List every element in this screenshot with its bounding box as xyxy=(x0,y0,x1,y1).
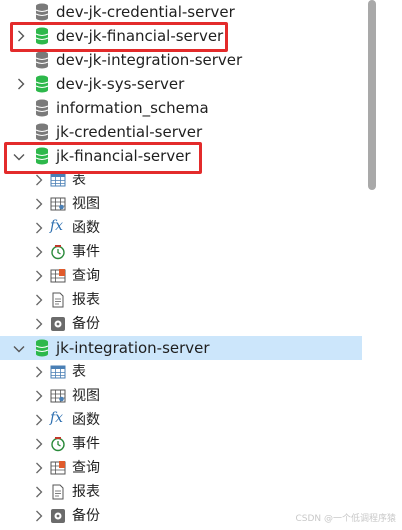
highlight-box-dev-jk-financial-server xyxy=(10,22,228,52)
tree-item-jk-integration-server[interactable]: jk-integration-server xyxy=(0,336,362,360)
view-icon xyxy=(50,389,66,403)
vertical-scrollbar[interactable] xyxy=(368,0,376,190)
tree-item-label: 查询 xyxy=(72,460,100,476)
highlight-box-jk-financial-server xyxy=(4,142,202,174)
tree-item-label: jk-integration-server xyxy=(56,339,210,357)
chevron-right-icon[interactable] xyxy=(32,389,46,403)
tree-item-events[interactable]: 事件 xyxy=(0,240,362,264)
chevron-down-icon[interactable] xyxy=(12,342,26,356)
tree-item-label: dev-jk-integration-server xyxy=(56,51,243,69)
chevron-right-icon[interactable] xyxy=(32,293,46,307)
clock-icon xyxy=(51,437,65,452)
chevron-right-icon[interactable] xyxy=(32,437,46,451)
chevron-right-icon[interactable] xyxy=(32,221,46,235)
tree-item-events[interactable]: 事件 xyxy=(0,432,362,456)
chevron-right-icon[interactable] xyxy=(32,413,46,427)
tree-item-label: 函数 xyxy=(72,412,100,428)
query-icon xyxy=(50,269,66,283)
tree-item-label: 报表 xyxy=(72,484,100,500)
tree-item-jk-credential-server[interactable]: jk-credential-server xyxy=(0,120,362,144)
tree-item-label: 事件 xyxy=(72,244,100,260)
tree-item-label: 报表 xyxy=(72,292,100,308)
backup-icon xyxy=(51,509,65,523)
tree-item-functions[interactable]: fx 函数 xyxy=(0,216,362,240)
tree-item-label: dev-jk-sys-server xyxy=(56,75,185,93)
tree-item-label: information_schema xyxy=(56,99,209,117)
tree-item-label: jk-credential-server xyxy=(56,123,203,141)
database-inactive-icon xyxy=(35,99,49,117)
chevron-right-icon[interactable] xyxy=(32,245,46,259)
tree-item-label: 视图 xyxy=(72,196,100,212)
tree-item-information-schema[interactable]: information_schema xyxy=(0,96,362,120)
report-icon xyxy=(52,484,64,500)
tree-item-functions[interactable]: fx 函数 xyxy=(0,408,362,432)
tree-item-dev-jk-credential-server[interactable]: dev-jk-credential-server xyxy=(0,0,362,24)
table-icon xyxy=(50,365,66,379)
clock-icon xyxy=(51,245,65,260)
chevron-right-icon[interactable] xyxy=(32,173,46,187)
table-icon xyxy=(50,173,66,187)
chevron-right-icon[interactable] xyxy=(32,485,46,499)
function-icon: fx xyxy=(50,218,64,234)
tree-item-views[interactable]: 视图 xyxy=(0,384,362,408)
database-inactive-icon xyxy=(35,51,49,69)
database-inactive-icon xyxy=(35,3,49,21)
report-icon xyxy=(52,292,64,308)
chevron-right-icon[interactable] xyxy=(14,77,28,91)
chevron-right-icon[interactable] xyxy=(32,197,46,211)
tree-item-tables[interactable]: 表 xyxy=(0,360,362,384)
tree-item-label: 事件 xyxy=(72,436,100,452)
chevron-right-icon[interactable] xyxy=(32,269,46,283)
database-active-icon xyxy=(35,75,49,93)
tree-item-backups[interactable]: 备份 xyxy=(0,312,362,336)
tree-item-reports[interactable]: 报表 xyxy=(0,480,362,504)
view-icon xyxy=(50,197,66,211)
database-inactive-icon xyxy=(35,123,49,141)
tree-item-queries[interactable]: 查询 xyxy=(0,456,362,480)
chevron-right-icon[interactable] xyxy=(32,317,46,331)
chevron-right-icon[interactable] xyxy=(32,509,46,523)
chevron-right-icon[interactable] xyxy=(32,461,46,475)
query-icon xyxy=(50,461,66,475)
tree-item-label: 表 xyxy=(72,364,86,380)
tree-item-label: 函数 xyxy=(72,220,100,236)
tree-item-dev-jk-sys-server[interactable]: dev-jk-sys-server xyxy=(0,72,362,96)
watermark: CSDN @一个低调程序猿 xyxy=(295,514,396,524)
tree-item-label: 备份 xyxy=(72,316,100,332)
tree-item-reports[interactable]: 报表 xyxy=(0,288,362,312)
function-icon: fx xyxy=(50,410,64,426)
database-active-icon xyxy=(35,339,49,357)
tree-item-label: 查询 xyxy=(72,268,100,284)
tree-item-queries[interactable]: 查询 xyxy=(0,264,362,288)
chevron-right-icon[interactable] xyxy=(32,365,46,379)
tree-item-views[interactable]: 视图 xyxy=(0,192,362,216)
tree-item-label: dev-jk-credential-server xyxy=(56,3,235,21)
backup-icon xyxy=(51,317,65,331)
tree-item-label: 视图 xyxy=(72,388,100,404)
tree-item-label: 备份 xyxy=(72,508,100,524)
